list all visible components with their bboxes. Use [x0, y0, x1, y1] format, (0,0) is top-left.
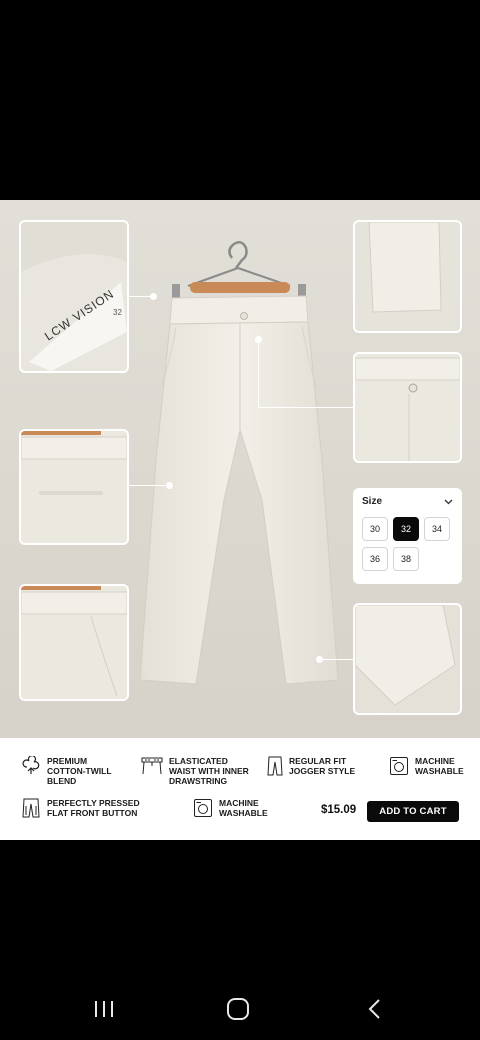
feature-text: WASHABLE	[219, 808, 268, 818]
cotton-icon	[22, 756, 40, 774]
feature-text: COTTON-TWILL	[47, 766, 112, 776]
feature-text: PREMIUM	[47, 756, 88, 766]
trousers-icon	[267, 756, 283, 776]
connector-dot	[255, 336, 262, 343]
back-pocket-photo	[21, 431, 127, 543]
feature-washable: MACHINE WASHABLE	[389, 756, 464, 776]
connector-line	[129, 485, 169, 486]
waist-button-photo	[355, 354, 460, 461]
feature-text: BLEND	[47, 776, 77, 786]
side-pocket-photo	[21, 586, 127, 699]
feature-text: JOGGER STYLE	[289, 766, 356, 776]
feature-fabric: PREMIUM COTTON-TWILL BLEND	[21, 756, 112, 786]
cuff-photo	[355, 605, 460, 713]
detail-label: LCW VISION 32	[19, 220, 129, 373]
back-button[interactable]	[354, 994, 394, 1024]
chevron-down-icon[interactable]	[444, 499, 453, 505]
feature-text: WASHABLE	[415, 766, 464, 776]
washing-machine-icon	[194, 799, 212, 817]
recent-apps-button[interactable]	[84, 994, 124, 1024]
feature-text: PERFECTLY PRESSED	[47, 798, 140, 808]
connector-dot	[166, 482, 173, 489]
feature-text: MACHINE	[415, 756, 455, 766]
feature-text: MACHINE	[219, 798, 259, 808]
home-icon	[227, 998, 249, 1020]
connector-line	[320, 659, 353, 660]
washing-machine-icon	[390, 757, 408, 775]
detail-hem-top	[353, 220, 462, 333]
detail-side-pocket	[19, 584, 129, 701]
price: $15.09	[321, 804, 357, 816]
feature-washable-2: MACHINE WASHABLE	[193, 798, 268, 818]
size-option-34[interactable]: 34	[424, 517, 450, 541]
feature-text: DRAWSTRING	[169, 776, 228, 786]
connector-line	[258, 407, 353, 408]
recent-apps-icon	[95, 1001, 113, 1017]
connector-dot	[316, 656, 323, 663]
product-image: LCW VISION 32	[0, 200, 480, 738]
hem-photo	[355, 222, 460, 331]
size-label-text: 32	[113, 308, 122, 317]
size-option-30[interactable]: 30	[362, 517, 388, 541]
feature-text: FLAT FRONT BUTTON	[47, 808, 138, 818]
connector-line	[258, 340, 259, 408]
size-option-38[interactable]: 38	[393, 547, 419, 571]
size-option-36[interactable]: 36	[362, 547, 388, 571]
feature-fit: REGULAR FIT JOGGER STYLE	[267, 756, 355, 776]
feature-text: WAIST WITH INNER	[169, 766, 249, 776]
pressed-trousers-icon	[22, 798, 40, 818]
connector-dot	[150, 293, 157, 300]
back-icon	[368, 999, 380, 1019]
feature-waist: ELASTICATED WAIST WITH INNER DRAWSTRING	[141, 756, 249, 786]
feature-pressed: PERFECTLY PRESSED FLAT FRONT BUTTON	[21, 798, 140, 818]
add-to-cart-button[interactable]: ADD TO CART	[367, 801, 459, 822]
home-button[interactable]	[218, 994, 258, 1024]
features-panel: PREMIUM COTTON-TWILL BLEND ELASTICATED WAIS…	[0, 738, 480, 840]
detail-button	[353, 352, 462, 463]
detail-cuff	[353, 603, 462, 715]
detail-back-pocket	[19, 429, 129, 545]
size-selector[interactable]: Size 30 32 34 36 38	[353, 488, 462, 584]
feature-text: REGULAR FIT	[289, 756, 347, 766]
system-nav-bar	[0, 980, 480, 1040]
feature-text: ELASTICATED	[169, 756, 228, 766]
waistband-icon	[141, 757, 163, 775]
size-option-32[interactable]: 32	[393, 517, 419, 541]
size-title: Size	[362, 496, 383, 507]
